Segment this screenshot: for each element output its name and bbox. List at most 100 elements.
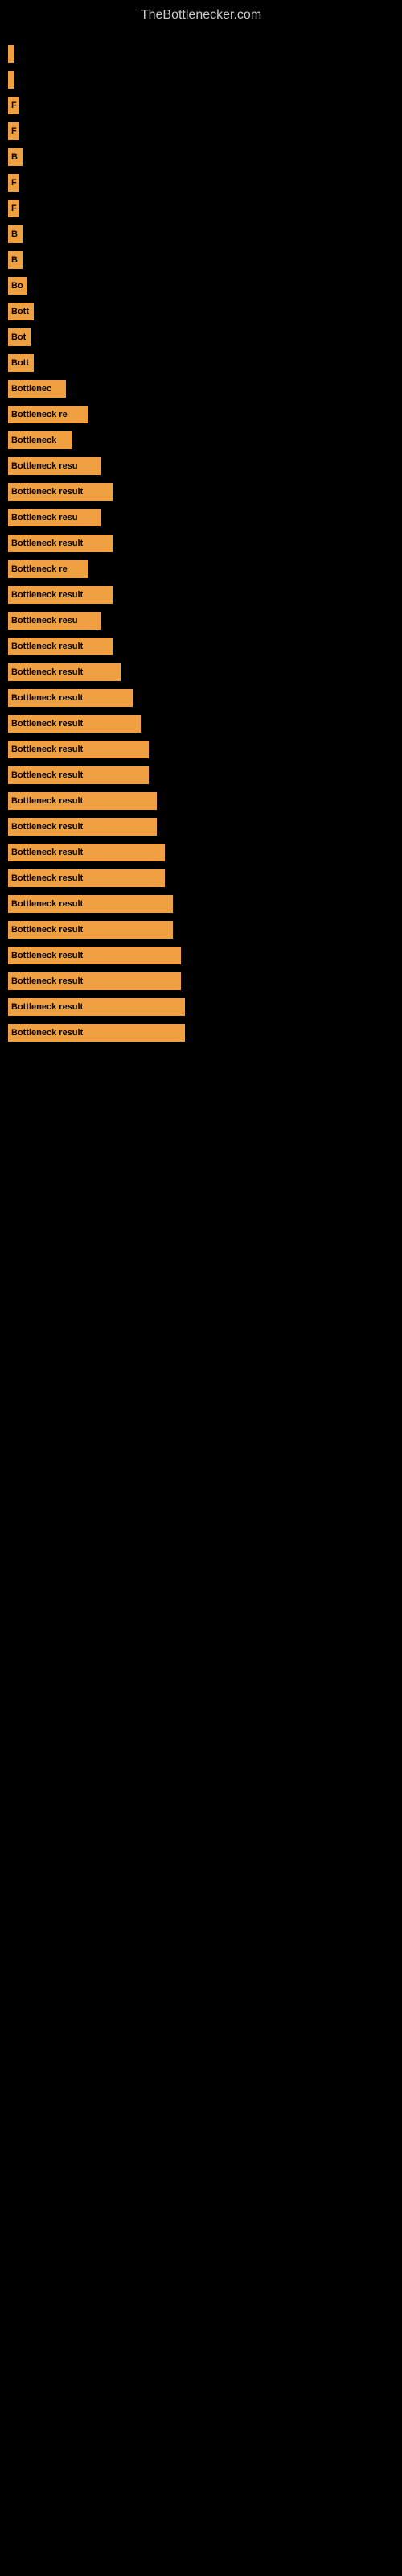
- bar-item: Bottleneck result: [8, 738, 394, 761]
- bar-label: Bottleneck re: [11, 564, 68, 574]
- bar-item: Bottleneck result: [8, 996, 394, 1018]
- bar: Bottleneck result: [8, 766, 149, 784]
- bar-item: B: [8, 146, 394, 168]
- bar: Bott: [8, 303, 34, 320]
- bar-item: Bottleneck result: [8, 919, 394, 941]
- bar-item: B: [8, 223, 394, 246]
- bar-item: Bott: [8, 300, 394, 323]
- bar-item: Bottleneck re: [8, 403, 394, 426]
- bar-item: Bottleneck result: [8, 893, 394, 915]
- bar: Bottleneck result: [8, 535, 113, 552]
- bar: Bottleneck result: [8, 638, 113, 655]
- bar: Bottleneck result: [8, 972, 181, 990]
- bar-label: F: [11, 101, 17, 110]
- bar: Bottleneck resu: [8, 612, 100, 630]
- bar-item: Bottleneck result: [8, 970, 394, 993]
- bar-item: Bottlenec: [8, 378, 394, 400]
- bar-label: Bottleneck result: [11, 848, 83, 857]
- bar-label: F: [11, 204, 17, 213]
- bar: B: [8, 251, 23, 269]
- bar: Bottleneck result: [8, 998, 185, 1016]
- bar: Bottleneck result: [8, 869, 165, 887]
- bar-label: F: [11, 178, 17, 188]
- bar-label: Bottleneck result: [11, 899, 83, 909]
- bar-label: Bott: [11, 358, 29, 368]
- bar: Bo: [8, 277, 27, 295]
- bar-label: F: [11, 126, 17, 136]
- bar-label: Bottleneck result: [11, 642, 83, 651]
- bar-label: Bottleneck resu: [11, 616, 78, 625]
- bar: Bottleneck result: [8, 663, 121, 681]
- bar-item: Bottleneck re: [8, 558, 394, 580]
- bar: F: [8, 122, 19, 140]
- bar-label: Bottleneck result: [11, 667, 83, 677]
- bar-item: Bottleneck resu: [8, 455, 394, 477]
- bar-label: Bottleneck result: [11, 693, 83, 703]
- bar-item: F: [8, 94, 394, 117]
- bar: Bott: [8, 354, 34, 372]
- bar-label: B: [11, 152, 18, 162]
- bar-label: Bottleneck result: [11, 796, 83, 806]
- site-title: TheBottlenecker.com: [0, 0, 402, 27]
- bar-item: Bottleneck result: [8, 764, 394, 786]
- bar: Bottleneck resu: [8, 457, 100, 475]
- bar-item: Bottleneck result: [8, 841, 394, 864]
- bar-item: Bottleneck result: [8, 790, 394, 812]
- bar-label: Bot: [11, 332, 26, 342]
- bar-item: Bott: [8, 352, 394, 374]
- bar-label: Bottleneck result: [11, 951, 83, 960]
- bar: F: [8, 200, 19, 217]
- bar: Bottleneck: [8, 431, 72, 449]
- bar: Bottleneck result: [8, 792, 157, 810]
- bar-label: Bottleneck result: [11, 976, 83, 986]
- bar: Bottleneck re: [8, 560, 88, 578]
- bar-item: Bottleneck result: [8, 815, 394, 838]
- bar-item: F: [8, 197, 394, 220]
- bar-item: Bottleneck result: [8, 481, 394, 503]
- bar-label: Bottleneck result: [11, 770, 83, 780]
- bar: [8, 71, 14, 89]
- bar-label: Bottleneck resu: [11, 513, 78, 522]
- bar: Bottleneck result: [8, 586, 113, 604]
- bar-label: Bottleneck result: [11, 1028, 83, 1038]
- bar: Bottleneck result: [8, 921, 173, 939]
- bars-container: F F B F F B B Bo Bott Bot Bott Bottlenec Bottleneck …: [0, 27, 402, 1055]
- bar-item: Bottleneck: [8, 429, 394, 452]
- bar-label: Bottleneck result: [11, 873, 83, 883]
- bar: Bottleneck result: [8, 818, 157, 836]
- bar-item: Bottleneck resu: [8, 506, 394, 529]
- bar: Bottleneck re: [8, 406, 88, 423]
- bar: F: [8, 174, 19, 192]
- bar-label: Bottleneck result: [11, 925, 83, 935]
- bar-label: Bottleneck result: [11, 487, 83, 497]
- bar-item: Bottleneck result: [8, 687, 394, 709]
- bar-item: Bottleneck result: [8, 867, 394, 890]
- bar-item: Bottleneck result: [8, 712, 394, 735]
- bar-item: Bottleneck result: [8, 944, 394, 967]
- bar-item: [8, 43, 394, 65]
- bar-item: Bottleneck result: [8, 584, 394, 606]
- bar-label: Bottleneck resu: [11, 461, 78, 471]
- bar-label: Bottleneck re: [11, 410, 68, 419]
- bar: [8, 45, 14, 63]
- bar: Bottleneck result: [8, 715, 141, 733]
- bar-label: B: [11, 255, 18, 265]
- bar-label: Bo: [11, 281, 23, 291]
- bar: Bottleneck result: [8, 895, 173, 913]
- bar-label: Bott: [11, 307, 29, 316]
- bar-item: Bottleneck resu: [8, 609, 394, 632]
- bar-item: Bottleneck result: [8, 1022, 394, 1044]
- bar: Bot: [8, 328, 31, 346]
- bar: F: [8, 97, 19, 114]
- bar: Bottleneck result: [8, 844, 165, 861]
- bar-label: Bottleneck result: [11, 1002, 83, 1012]
- bar: Bottleneck result: [8, 947, 181, 964]
- bar: Bottleneck result: [8, 483, 113, 501]
- bar-label: Bottlenec: [11, 384, 51, 394]
- bar-item: [8, 68, 394, 91]
- bar: B: [8, 225, 23, 243]
- bar-label: Bottleneck result: [11, 822, 83, 832]
- bar-item: F: [8, 171, 394, 194]
- bar-label: Bottleneck: [11, 436, 56, 445]
- bar-label: B: [11, 229, 18, 239]
